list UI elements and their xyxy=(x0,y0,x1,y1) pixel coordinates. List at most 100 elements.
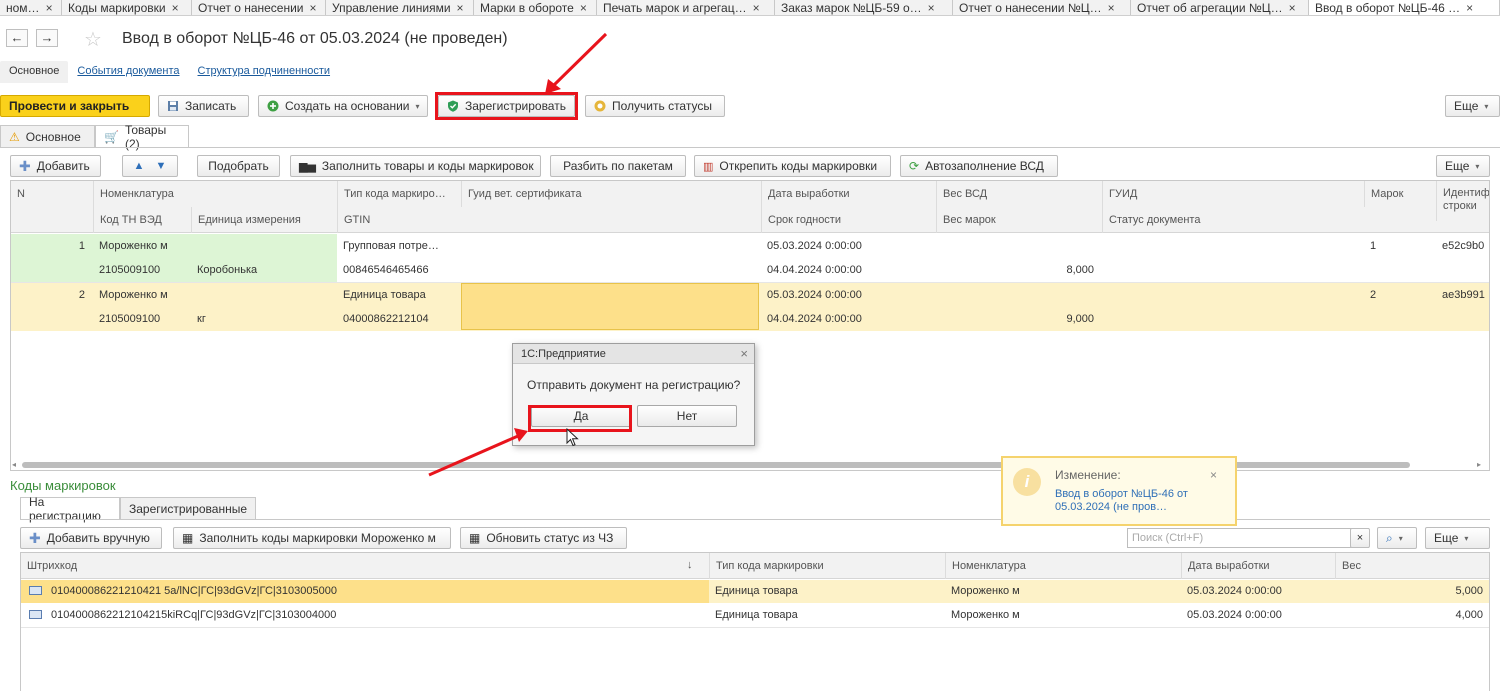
row-2-gtin[interactable]: 04000862212104 xyxy=(337,307,461,331)
row-1-row-id[interactable]: e52c9b0 xyxy=(1436,234,1489,258)
code-row-2-code-type[interactable]: Единица товара xyxy=(709,604,945,627)
row-2-n[interactable]: 2 xyxy=(11,283,93,307)
fill-codes-button[interactable]: ▦ Заполнить коды маркировки Мороженко м xyxy=(173,527,451,549)
row-1-expiry[interactable]: 04.04.2024 0:00:00 xyxy=(761,258,936,282)
window-tab[interactable]: Марки в обороте × xyxy=(474,0,597,15)
row-1-nomenclature[interactable]: Мороженко м xyxy=(93,234,337,258)
row-2-nomenclature[interactable]: Мороженко м xyxy=(93,283,337,307)
col-weight[interactable]: Вес xyxy=(1335,553,1489,579)
forward-button[interactable]: → xyxy=(36,29,58,47)
close-icon[interactable]: × xyxy=(1210,468,1217,482)
get-statuses-button[interactable]: Получить статусы xyxy=(585,95,725,117)
code-row-2-nomenclature[interactable]: Мороженко м xyxy=(945,604,1181,627)
code-row-1-prod-date[interactable]: 05.03.2024 0:00:00 xyxy=(1181,580,1335,603)
row-2-tnved[interactable]: 2105009100 xyxy=(93,307,191,331)
pick-button[interactable]: Подобрать xyxy=(197,155,280,177)
col-prod-date[interactable]: Дата выработки xyxy=(1181,553,1335,579)
row-2-marks[interactable]: 2 xyxy=(1364,283,1436,307)
goods-more-button[interactable]: Еще ▾ xyxy=(1436,155,1490,177)
window-tab[interactable]: ном… × xyxy=(0,0,62,15)
col-n[interactable]: N xyxy=(11,181,93,207)
window-tab[interactable]: Заказ марок №ЦБ-59 о… × xyxy=(775,0,953,15)
row-1-marks-weight[interactable]: 8,000 xyxy=(936,258,1102,282)
close-icon[interactable]: × xyxy=(753,1,760,15)
row-2-prod-date[interactable]: 05.03.2024 0:00:00 xyxy=(761,283,936,307)
col-guid[interactable]: ГУИД xyxy=(1102,181,1364,207)
col-expiry[interactable]: Срок годности xyxy=(761,207,936,233)
window-tab[interactable]: Отчет о нанесении × xyxy=(192,0,326,15)
code-row-1-nomenclature[interactable]: Мороженко м xyxy=(945,580,1181,603)
code-row-2-prod-date[interactable]: 05.03.2024 0:00:00 xyxy=(1181,604,1335,627)
window-tab[interactable]: Коды маркировки × xyxy=(62,0,192,15)
arrow-up-icon[interactable]: ▲ xyxy=(134,160,145,172)
autofill-vsd-button[interactable]: ⟳ Автозаполнение ВСД xyxy=(900,155,1058,177)
close-icon[interactable]: × xyxy=(928,1,935,15)
col-unit[interactable]: Единица измерения xyxy=(191,207,337,233)
close-icon[interactable]: × xyxy=(46,1,53,15)
code-row-1-code-type[interactable]: Единица товара xyxy=(709,580,945,603)
favorite-star-icon[interactable]: ☆ xyxy=(84,27,102,52)
detach-codes-button[interactable]: ▥ Открепить коды маркировки xyxy=(694,155,891,177)
more-button[interactable]: Еще ▾ xyxy=(1445,95,1500,117)
close-icon[interactable]: × xyxy=(1289,1,1296,15)
col-marks-weight[interactable]: Вес марок xyxy=(936,207,1102,233)
close-icon[interactable]: × xyxy=(1466,1,1473,15)
tab-document-events[interactable]: События документа xyxy=(68,61,188,83)
col-marks[interactable]: Марок xyxy=(1364,181,1436,207)
col-tnved[interactable]: Код ТН ВЭД xyxy=(93,207,191,233)
fill-goods-codes-button[interactable]: ▆▅ Заполнить товары и коды маркировок xyxy=(290,155,541,177)
row-1-prod-date[interactable]: 05.03.2024 0:00:00 xyxy=(761,234,936,258)
row-1-code-type[interactable]: Групповая потре… xyxy=(337,234,461,258)
row-1-n[interactable]: 1 xyxy=(11,234,93,258)
scroll-left-icon[interactable]: ◂ xyxy=(12,460,16,469)
add-manual-button[interactable]: ✚ Добавить вручную xyxy=(20,527,162,549)
update-status-button[interactable]: ▦ Обновить статус из ЧЗ xyxy=(460,527,627,549)
col-doc-status[interactable]: Статус документа xyxy=(1102,207,1364,233)
col-barcode[interactable]: Штрихкод xyxy=(21,553,709,579)
row-2-row-id[interactable]: ae3b991 xyxy=(1436,283,1489,307)
col-row-id[interactable]: Идентиф строки xyxy=(1436,181,1489,221)
col-gtin[interactable]: GTIN xyxy=(337,207,461,233)
codes-more-button[interactable]: Еще ▾ xyxy=(1425,527,1490,549)
window-tab[interactable]: Управление линиями × xyxy=(326,0,474,15)
window-tab[interactable]: Отчет о нанесении №Ц… × xyxy=(953,0,1131,15)
row-2-active-cell[interactable] xyxy=(461,283,759,330)
row-2-marks-weight[interactable]: 9,000 xyxy=(936,307,1102,331)
row-1-tnved[interactable]: 2105009100 xyxy=(93,258,191,282)
code-row-1-barcode[interactable]: 010400086221210421 5a/lNC|ГС|93dGVz|ГС|3… xyxy=(45,580,705,603)
row-1-marks[interactable]: 1 xyxy=(1364,234,1436,258)
code-row-2-barcode[interactable]: 0104000862212104215kiRCq|ГС|93dGVz|ГС|31… xyxy=(45,604,705,627)
tab-goods[interactable]: 🛒 Товары (2) xyxy=(95,123,189,151)
search-clear-button[interactable]: × xyxy=(1350,528,1370,548)
col-vsd-weight[interactable]: Вес ВСД xyxy=(936,181,1102,207)
window-tab-active[interactable]: Ввод в оборот №ЦБ-46 … × xyxy=(1309,0,1500,15)
col-vet-guid[interactable]: Гуид вет. сертификата xyxy=(461,181,761,207)
close-icon[interactable]: × xyxy=(310,1,317,15)
save-button[interactable]: Записать xyxy=(158,95,249,117)
tab-main[interactable]: Основное xyxy=(0,61,69,83)
col-prod-date[interactable]: Дата выработки xyxy=(761,181,936,207)
row-2-unit[interactable]: кг xyxy=(191,307,337,331)
close-icon[interactable]: × xyxy=(1108,1,1115,15)
tab-registered[interactable]: Зарегистрированные xyxy=(120,497,256,519)
col-code-type[interactable]: Тип кода маркировки xyxy=(709,553,945,579)
code-row-2-weight[interactable]: 4,000 xyxy=(1335,604,1489,627)
code-row-1-weight[interactable]: 5,000 xyxy=(1335,580,1489,603)
add-button[interactable]: ✚ Добавить xyxy=(10,155,101,177)
row-2-expiry[interactable]: 04.04.2024 0:00:00 xyxy=(761,307,936,331)
col-nomenclature[interactable]: Номенклатура xyxy=(93,181,337,207)
sort-desc-icon[interactable]: ↓ xyxy=(687,559,693,571)
close-icon[interactable]: × xyxy=(172,1,179,15)
window-tab[interactable]: Печать марок и агрегац… × xyxy=(597,0,775,15)
window-tab[interactable]: Отчет об агрегации №Ц… × xyxy=(1131,0,1309,15)
close-icon[interactable]: × xyxy=(580,1,587,15)
row-1-gtin[interactable]: 00846546465466 xyxy=(337,258,461,282)
scroll-right-icon[interactable]: ▸ xyxy=(1477,460,1481,469)
move-buttons[interactable]: ▲ ▼ xyxy=(122,155,178,177)
col-nomenclature[interactable]: Номенклатура xyxy=(945,553,1181,579)
tab-main-sub[interactable]: ⚠ Основное xyxy=(0,125,95,147)
create-based-on-button[interactable]: Создать на основании ▾ xyxy=(258,95,428,117)
row-2-code-type[interactable]: Единица товара xyxy=(337,283,461,307)
close-icon[interactable]: × xyxy=(740,346,748,361)
tab-subordination-structure[interactable]: Структура подчиненности xyxy=(189,61,340,83)
